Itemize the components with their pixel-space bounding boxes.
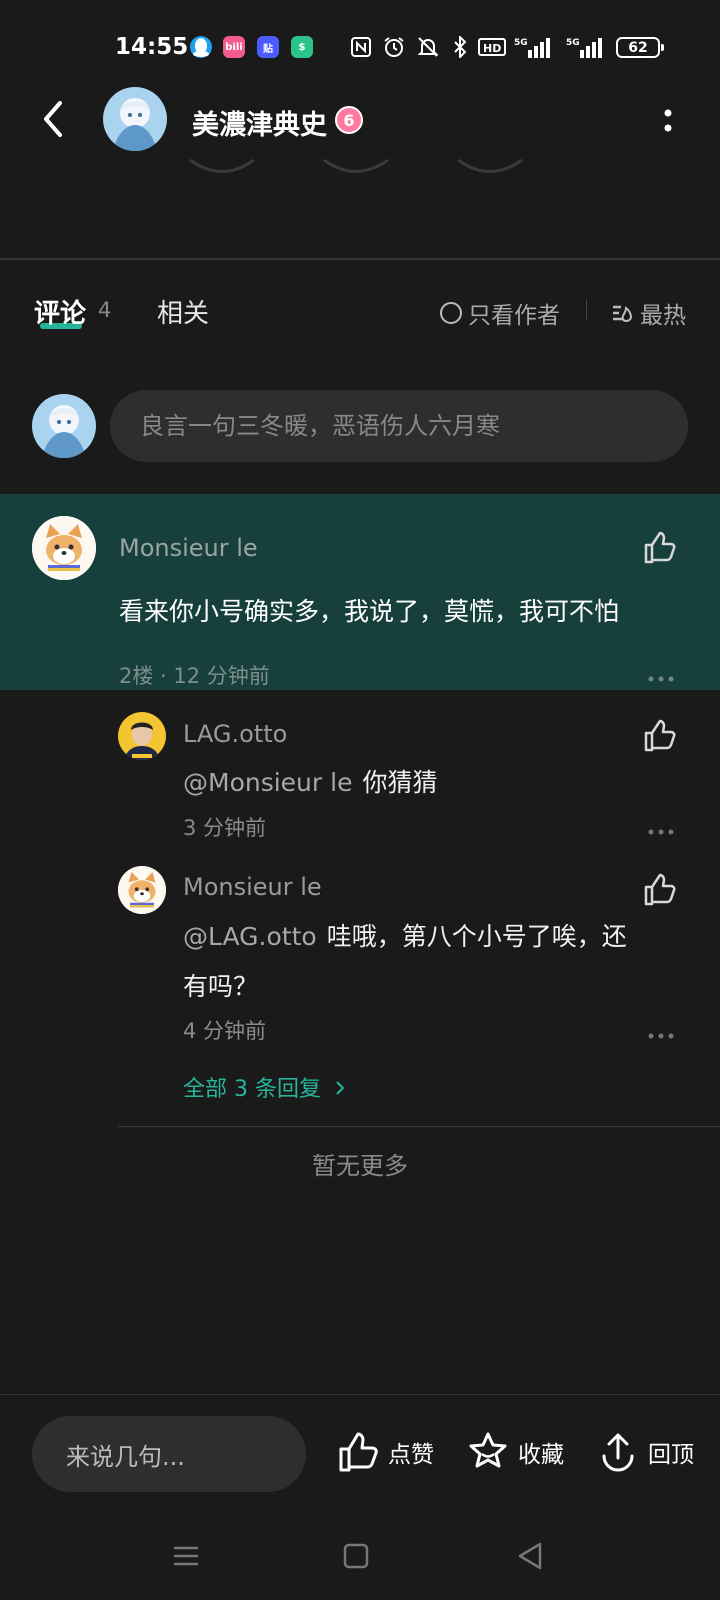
upload-arrow-icon	[602, 1433, 634, 1472]
svg-text:HD: HD	[483, 42, 501, 55]
more-vertical-icon	[664, 109, 672, 132]
back-nav-button[interactable]	[510, 1536, 550, 1576]
thumbs-up-icon	[644, 531, 676, 564]
more-horizontal-icon	[648, 829, 674, 835]
thumbs-up-icon	[644, 873, 676, 906]
reply-text: @LAG.otto 哇哦，第八个小号了唉，还 有吗？	[183, 912, 683, 1012]
view-all-replies-label: 全部 3 条回复	[183, 1077, 321, 1102]
view-all-replies-link[interactable]: 全部 3 条回复	[183, 1071, 346, 1103]
reply-text: @Monsieur le 你猜猜	[183, 758, 437, 808]
author-only-label: 只看作者	[468, 303, 560, 329]
thumbs-up-icon	[644, 719, 676, 752]
hd-icon: HD	[478, 36, 506, 58]
alarm-icon	[382, 36, 406, 58]
avatar[interactable]	[118, 866, 166, 914]
like-label: 点赞	[388, 1442, 434, 1468]
svg-text:5G: 5G	[514, 38, 528, 48]
reply-author[interactable]: LAG.otto	[183, 720, 287, 748]
divider	[118, 1126, 720, 1127]
bluetooth-icon	[452, 36, 468, 58]
square-icon	[343, 1543, 369, 1569]
reply-mention[interactable]: @Monsieur le	[183, 768, 352, 797]
status-bar: 14:55 bili 贴 $ HD 5G 5G 62	[0, 0, 720, 90]
more-horizontal-icon	[648, 1033, 674, 1039]
like-button[interactable]	[642, 718, 678, 754]
like-button[interactable]	[642, 872, 678, 908]
bottom-comment-input[interactable]: 来说几句...	[32, 1416, 306, 1492]
avatar[interactable]	[118, 712, 166, 760]
svg-text:5G: 5G	[566, 38, 580, 48]
back-to-top-button[interactable]: 回顶	[596, 1430, 694, 1474]
radio-circle-icon	[440, 302, 462, 324]
tieba-icon: 贴	[257, 36, 279, 58]
author-only-toggle[interactable]: 只看作者	[440, 296, 560, 330]
like-button[interactable]	[642, 530, 678, 566]
tab-comments[interactable]: 评论	[34, 293, 86, 330]
more-options-button[interactable]	[660, 104, 676, 138]
divider	[0, 1394, 720, 1395]
star-icon	[469, 1432, 507, 1468]
sort-label: 最热	[640, 303, 686, 329]
favorite-button[interactable]: 收藏	[466, 1430, 564, 1474]
comment-meta: 2楼 · 12 分钟前	[119, 664, 270, 688]
reply-more-button[interactable]	[648, 821, 674, 835]
reply-meta: 4 分钟前	[183, 1019, 267, 1043]
favorite-label: 收藏	[518, 1442, 564, 1468]
back-button[interactable]	[38, 98, 68, 140]
level-badge: 6	[335, 106, 363, 134]
reply-body: 哇哦，第八个小号了唉，还	[326, 922, 627, 951]
like-post-button[interactable]: 点赞	[336, 1430, 434, 1474]
comment-text: 看来你小号确实多，我说了，莫慌，我可不怕	[119, 597, 620, 626]
divider	[0, 258, 720, 260]
home-nav-button[interactable]	[336, 1536, 376, 1576]
divider	[586, 299, 587, 321]
reply-meta: 3 分钟前	[183, 816, 267, 840]
menu-icon	[174, 1546, 198, 1566]
my-avatar	[32, 394, 96, 458]
reply-body: 你猜猜	[362, 768, 438, 797]
chevron-left-icon	[44, 101, 62, 137]
bilibili-icon: bili	[223, 36, 245, 58]
sort-icon	[613, 305, 633, 323]
signal-5g-icon: 5G	[514, 36, 552, 58]
qq-icon	[190, 36, 212, 58]
reply-mention[interactable]: @LAG.otto	[183, 922, 317, 951]
tab-related[interactable]: 相关	[157, 293, 209, 330]
action-icons-partial	[189, 158, 523, 173]
author-avatar[interactable]	[103, 87, 167, 151]
no-more-label: 暂无更多	[312, 1152, 408, 1180]
reply-more-button[interactable]	[648, 1025, 674, 1039]
thumbs-up-icon	[339, 1432, 378, 1472]
reply-author[interactable]: Monsieur le	[183, 873, 322, 901]
page-title: 美濃津典史	[192, 110, 327, 141]
avatar[interactable]	[32, 516, 96, 580]
mute-icon	[416, 36, 440, 58]
nfc-icon	[350, 36, 372, 58]
reply-body: 有吗？	[183, 972, 259, 1001]
battery-icon: 62	[616, 37, 664, 58]
menu-nav-button[interactable]	[166, 1536, 206, 1576]
top-label: 回顶	[648, 1442, 694, 1468]
comment-author[interactable]: Monsieur le	[119, 534, 258, 562]
more-horizontal-icon	[648, 676, 674, 682]
comment-more-button[interactable]	[648, 668, 674, 682]
shield-app-icon: $	[291, 36, 313, 58]
status-time: 14:55	[115, 34, 189, 60]
comments-count: 4	[98, 298, 112, 322]
comment-input[interactable]	[110, 390, 688, 462]
sort-hot-button[interactable]: 最热	[610, 296, 686, 330]
chevron-right-icon	[336, 1081, 345, 1095]
signal-5g-icon: 5G	[566, 36, 604, 58]
triangle-back-icon	[518, 1542, 542, 1570]
